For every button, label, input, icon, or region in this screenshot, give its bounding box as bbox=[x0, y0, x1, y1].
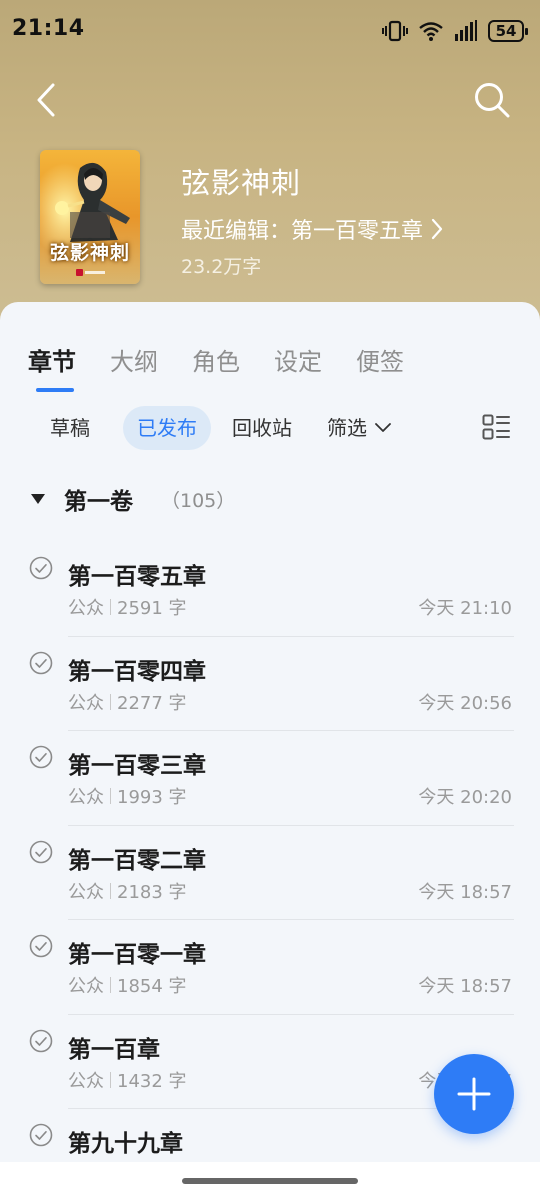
battery-indicator: 54 bbox=[488, 20, 528, 42]
chapter-item[interactable]: 第一百零三章 公众 1993 字 今天 20:20 bbox=[0, 731, 540, 826]
volume-header[interactable]: 第一卷 （105） bbox=[30, 482, 235, 516]
chapter-title: 第一百零一章 bbox=[68, 942, 206, 968]
tab-notes[interactable]: 便签 bbox=[356, 342, 404, 377]
meta-separator bbox=[110, 1071, 111, 1088]
back-button[interactable] bbox=[22, 76, 70, 124]
signal-icon bbox=[455, 20, 477, 41]
chapter-time: 今天 20:56 bbox=[418, 692, 512, 714]
triangle-down-icon bbox=[31, 494, 45, 504]
tab-chapters[interactable]: 章节 bbox=[28, 342, 76, 377]
chapter-item[interactable]: 第一百零一章 公众 1854 字 今天 18:57 bbox=[0, 920, 540, 1015]
last-edit-label: 最近编辑：第一百零五章 bbox=[181, 219, 424, 244]
volume-count: （105） bbox=[161, 489, 236, 512]
chapter-title: 第一百零五章 bbox=[68, 564, 206, 590]
chapter-word-count: 1854 字 bbox=[117, 976, 187, 997]
chapter-item[interactable]: 第一百零五章 公众 2591 字 今天 21:10 bbox=[0, 542, 540, 637]
check-circle-icon bbox=[29, 1123, 53, 1147]
book-title: 弦影神刺 bbox=[181, 166, 302, 200]
chapter-time: 今天 21:10 bbox=[418, 598, 512, 619]
search-button[interactable] bbox=[468, 76, 516, 124]
cover-title: 弦影神刺 bbox=[49, 242, 130, 264]
filter-bar: 草稿 已发布 回收站 筛选 bbox=[0, 406, 540, 450]
meta-separator bbox=[110, 977, 111, 993]
wifi-icon bbox=[419, 22, 443, 41]
chapter-meta: 公众 2183 字 bbox=[68, 878, 187, 904]
status-time: 21:14 bbox=[12, 16, 85, 41]
chapter-meta: 公众 1993 字 bbox=[68, 783, 187, 809]
meta-separator bbox=[110, 599, 111, 615]
chapter-item[interactable]: 第一百零二章 公众 2183 字 今天 18:57 bbox=[0, 826, 540, 920]
chapter-meta: 公众 1432 字 bbox=[68, 1067, 187, 1093]
chapter-visibility: 公众 bbox=[68, 976, 104, 997]
publisher-logo bbox=[76, 269, 105, 276]
filter-draft[interactable]: 草稿 bbox=[36, 406, 104, 450]
meta-separator bbox=[110, 882, 111, 899]
word-count: 23.2万字 bbox=[181, 256, 262, 278]
chapter-visibility: 公众 bbox=[68, 881, 104, 903]
chapter-time: 今天 18:57 bbox=[418, 976, 512, 997]
plus-icon bbox=[457, 1077, 491, 1111]
filter-dropdown-label: 筛选 bbox=[327, 416, 367, 440]
chapter-visibility: 公众 bbox=[68, 692, 104, 714]
book-header: 21:14 54 弦影神刺 弦影神刺 最近编辑：第一百零五章 23.2万字 bbox=[0, 0, 540, 330]
status-icons: 54 bbox=[382, 16, 528, 46]
filter-dropdown[interactable]: 筛选 bbox=[313, 406, 405, 450]
meta-separator bbox=[110, 693, 111, 710]
chapter-time: 今天 18:57 bbox=[418, 881, 512, 903]
check-circle-icon bbox=[29, 556, 53, 580]
check-circle-icon bbox=[29, 934, 53, 958]
filter-recycle-bin[interactable]: 回收站 bbox=[218, 406, 306, 450]
chapter-meta: 公众 1854 字 bbox=[68, 972, 187, 998]
filter-published[interactable]: 已发布 bbox=[123, 406, 211, 450]
chapter-item[interactable]: 第一百零四章 公众 2277 字 今天 20:56 bbox=[0, 637, 540, 731]
system-nav-bar bbox=[0, 1162, 540, 1200]
status-bar: 21:14 54 bbox=[0, 0, 540, 60]
tab-settings[interactable]: 设定 bbox=[274, 342, 322, 377]
chevron-right-icon bbox=[431, 218, 443, 240]
home-indicator[interactable] bbox=[182, 1178, 358, 1184]
chapter-word-count: 1993 字 bbox=[117, 787, 187, 808]
vibrate-icon bbox=[382, 20, 408, 42]
book-cover[interactable]: 弦影神刺 bbox=[40, 150, 140, 284]
chapter-title: 第一百零二章 bbox=[68, 847, 206, 874]
chapter-visibility: 公众 bbox=[68, 787, 104, 808]
check-circle-icon bbox=[29, 840, 53, 863]
chapter-title: 第一百章 bbox=[68, 1036, 160, 1063]
chapter-word-count: 1432 字 bbox=[117, 1070, 187, 1092]
chapter-meta: 公众 2277 字 bbox=[68, 689, 187, 715]
chapter-title: 第九十九章 bbox=[68, 1131, 183, 1157]
search-icon bbox=[475, 83, 510, 118]
chapter-visibility: 公众 bbox=[68, 1070, 104, 1092]
add-chapter-button[interactable] bbox=[434, 1054, 514, 1134]
last-edited-link[interactable]: 最近编辑：第一百零五章 bbox=[181, 213, 443, 245]
chapter-title: 第一百零四章 bbox=[68, 658, 206, 685]
tab-active-indicator bbox=[36, 388, 74, 392]
chapter-word-count: 2277 字 bbox=[117, 692, 187, 714]
chapter-time: 今天 20:20 bbox=[418, 787, 512, 808]
chapter-word-count: 2183 字 bbox=[117, 881, 187, 903]
meta-separator bbox=[110, 788, 111, 804]
chapter-title: 第一百零三章 bbox=[68, 753, 206, 779]
tab-characters[interactable]: 角色 bbox=[192, 342, 240, 377]
volume-title: 第一卷 bbox=[64, 489, 133, 515]
list-layout-icon[interactable] bbox=[482, 414, 510, 442]
chapter-meta: 公众 2591 字 bbox=[68, 594, 187, 620]
chapter-word-count: 2591 字 bbox=[117, 598, 187, 619]
chevron-down-icon bbox=[375, 423, 391, 432]
check-circle-icon bbox=[29, 651, 53, 674]
check-circle-icon bbox=[29, 745, 53, 769]
tab-bar: 章节 大纲 角色 设定 便签 bbox=[28, 342, 404, 377]
check-circle-icon bbox=[29, 1029, 53, 1052]
chapter-visibility: 公众 bbox=[68, 598, 104, 619]
chevron-left-icon bbox=[37, 83, 55, 117]
tab-outline[interactable]: 大纲 bbox=[110, 342, 158, 377]
